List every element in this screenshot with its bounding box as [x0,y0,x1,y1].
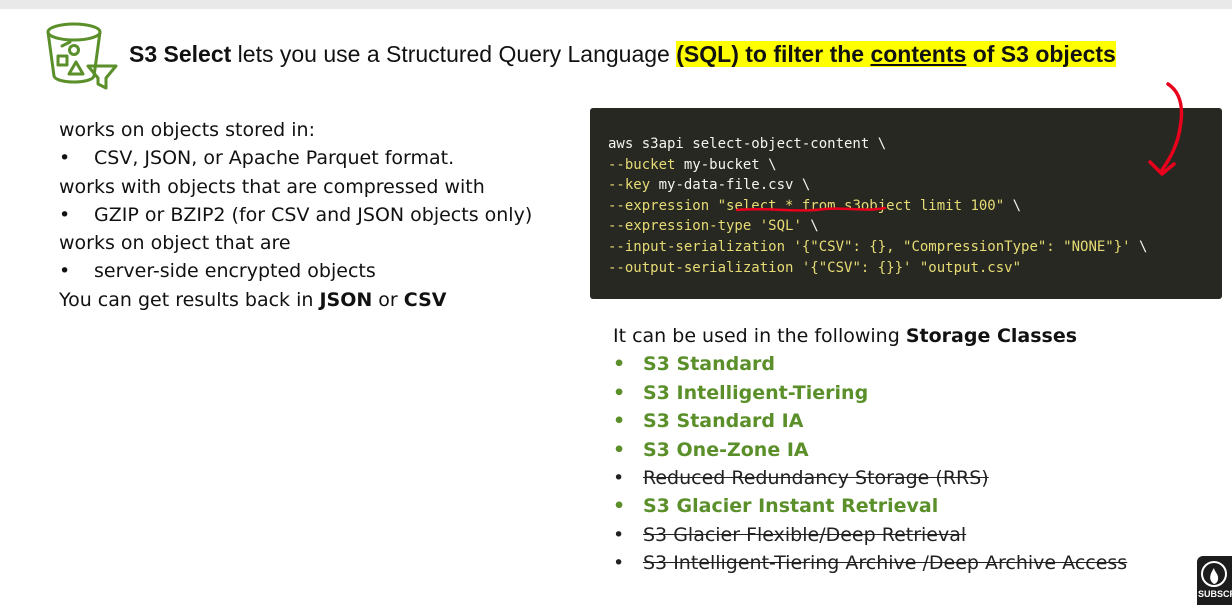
storage-class-label: S3 Glacier Flexible/Deep Retrieval [643,523,967,546]
results-csv: CSV [403,288,447,311]
code-continuation: \ [1004,197,1022,214]
storage-class-item: • S3 Glacier Flexible/Deep Retrieval [613,521,1213,549]
bullet: • [613,495,626,518]
bullet: • [613,467,625,490]
storage-class-item: • S3 Standard IA [613,407,1213,435]
code-line: --input-serialization '{"CSV": {}, "Comp… [608,237,1222,258]
code-string: '{"CSV": {}}' "output.csv" [793,259,1022,276]
product-name: S3 Select [129,41,232,67]
storage-class-label: S3 Standard IA [643,410,804,433]
flame-logo-icon [1201,561,1227,587]
code-string: '{"CSV": {}, "CompressionType": "NONE"}' [785,238,1131,255]
bullet: • [613,410,626,433]
subscribe-label: SUBSCRI [1198,589,1232,599]
code-line: --output-serialization '{"CSV": {}}' "ou… [608,258,1222,279]
code-line: --expression-type 'SQL' \ [608,216,1222,237]
highlighted-phrase: (SQL) to filter the contents of S3 objec… [676,41,1116,67]
bullet: • [59,203,71,226]
bullet-text: server-side encrypted objects [94,260,376,283]
feature-line: works on objects stored in: [59,119,315,141]
highlight-part-1: (SQL) to filter the [676,41,871,67]
bullet: • [613,353,626,376]
feature-bullet: • CSV, JSON, or Apache Parquet format. [59,144,579,172]
title-lead: lets you use a Structured Query Language [231,41,677,67]
results-json: JSON [319,288,373,311]
storage-class-item: • S3 One-Zone IA [613,436,1213,464]
storage-class-label: S3 Intelligent-Tiering Archive /Deep Arc… [643,552,1128,575]
feature-line: works on object that are [59,232,291,255]
code-value: my-data-file.csv \ [650,177,811,194]
bullet-text: GZIP or BZIP2 (for CSV and JSON objects … [94,203,533,226]
bullet: • [59,147,71,170]
bullet: • [613,523,625,546]
code-string: 'SQL' [751,218,802,235]
results-or: or [372,288,404,311]
s3-select-icon [46,22,118,90]
bullet: • [613,438,626,461]
top-bar [0,0,1232,9]
bullet-text: CSV, JSON, or Apache Parquet format. [94,147,455,170]
feature-bullet: • GZIP or BZIP2 (for CSV and JSON objects… [59,201,579,229]
code-option: --input-serialization [608,238,786,255]
annotation-arrow [1148,82,1184,176]
storage-class-item: • Reduced Redundancy Storage (RRS) [613,464,1213,492]
storage-intro-bold: Storage Classes [905,325,1078,347]
results-line: You can get results back in JSON or CSV [59,286,579,314]
code-line: --bucket my-bucket \ [608,155,1222,176]
storage-intro-text: It can be used in the following [613,325,906,347]
features-list: works on objects stored in: • CSV, JSON, … [59,116,579,314]
storage-class-item: • S3 Standard [613,350,1213,378]
bullet: • [59,260,71,283]
results-prefix: You can get results back in [59,288,320,311]
subscribe-badge[interactable]: SUBSCRI [1197,556,1232,605]
feature-line: works with objects that are compressed w… [59,175,485,198]
code-line: --key my-data-file.csv \ [608,175,1222,196]
storage-class-label: S3 One-Zone IA [643,438,809,461]
storage-class-list: • S3 Standard • S3 Intelligent-Tiering • S3 S… [613,350,1213,577]
storage-class-item: • S3 Glacier Instant Retrieval [613,492,1213,520]
storage-class-label: S3 Standard [643,353,776,376]
code-option: --bucket [608,156,676,173]
storage-intro: It can be used in the following Storage … [613,322,1213,350]
storage-classes: It can be used in the following Storage … [613,322,1213,578]
code-line: --expression "select * from s3object lim… [608,196,1222,217]
code-continuation: \ [1130,238,1148,255]
code-command: aws s3api select-object-content \ [608,136,887,152]
code-option: --expression [608,197,710,214]
bullet: • [613,381,626,404]
code-option: --output-serialization [608,259,794,276]
code-block: aws s3api select-object-content \ --bucke… [590,108,1222,299]
underlined-word: contents [870,41,967,67]
code-option: --key [608,177,651,194]
highlight-part-2: of S3 objects [966,41,1116,67]
storage-class-item: • S3 Intelligent-Tiering [613,379,1213,407]
annotation-underline [735,206,887,212]
code-value: my-bucket \ [675,156,777,173]
bullet: • [613,552,625,575]
feature-bullet: • server-side encrypted objects [59,257,579,285]
code-option: --expression-type [608,218,752,235]
storage-class-label: S3 Glacier Instant Retrieval [643,495,939,518]
storage-class-item: • S3 Intelligent-Tiering Archive /Deep Ar… [613,549,1213,577]
storage-class-label: Reduced Redundancy Storage (RRS) [643,467,989,490]
storage-class-label: S3 Intelligent-Tiering [643,381,869,404]
code-line: aws s3api select-object-content \ [608,134,1222,155]
code-continuation: \ [801,218,819,235]
page-title: S3 Select lets you use a Structured Quer… [129,38,1224,70]
